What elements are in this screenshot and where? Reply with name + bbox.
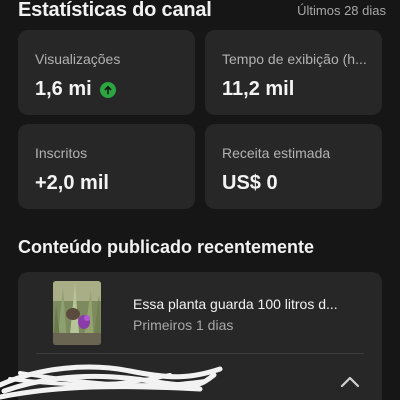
collapse-button[interactable] xyxy=(336,368,364,396)
divider xyxy=(36,353,364,354)
redaction-scribble xyxy=(0,364,223,400)
chevron-up-icon xyxy=(340,376,360,388)
channel-analytics-screen: Estatísticas do canal Últimos 28 dias Vi… xyxy=(0,0,400,400)
page-title: Estatísticas do canal xyxy=(18,0,212,21)
header: Estatísticas do canal Últimos 28 dias xyxy=(18,0,386,24)
metric-label: Inscritos xyxy=(35,145,88,161)
arrow-up-circle-icon xyxy=(99,81,116,98)
plant-thumbnail[interactable] xyxy=(53,281,101,345)
metric-value: 11,2 mil xyxy=(222,78,295,100)
metric-value: +2,0 mil xyxy=(35,172,109,194)
plant-thumbnail-image xyxy=(53,281,101,345)
period-label[interactable]: Últimos 28 dias xyxy=(297,3,386,18)
metric-label: Tempo de exibição (h... xyxy=(222,51,367,67)
metric-card-watch-time[interactable]: Tempo de exibição (h... 11,2 mil xyxy=(205,30,382,115)
section-title: Conteúdo publicado recentemente xyxy=(18,237,315,257)
metric-card-views[interactable]: Visualizações 1,6 mi xyxy=(18,30,195,115)
metric-value: US$ 0 xyxy=(222,172,278,194)
video-title[interactable]: Essa planta guarda 100 litros d... xyxy=(133,296,373,312)
metric-label: Receita estimada xyxy=(222,145,331,161)
video-meta: Primeiros 1 dias xyxy=(133,317,234,333)
metric-card-subscribers[interactable]: Inscritos +2,0 mil xyxy=(18,124,195,209)
metric-value-row: 1,6 mi xyxy=(35,78,116,101)
metric-label: Visualizações xyxy=(35,51,121,67)
metric-value: 1,6 mi xyxy=(35,78,92,100)
metric-card-revenue[interactable]: Receita estimada US$ 0 xyxy=(205,124,382,209)
